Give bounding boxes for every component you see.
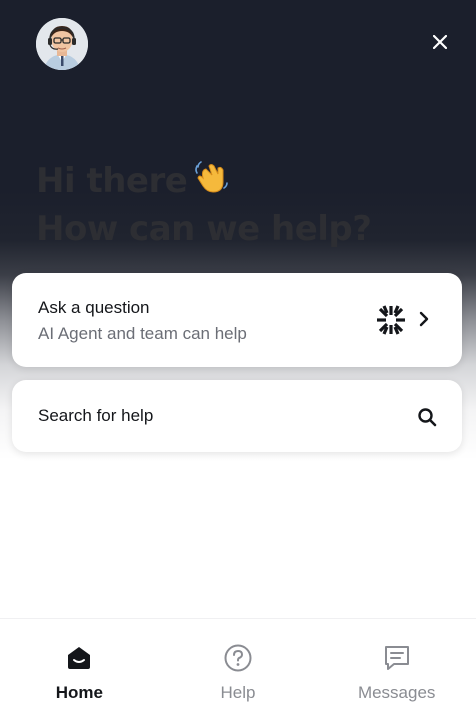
- nav-item-messages[interactable]: Messages: [317, 619, 476, 710]
- nav-label-help: Help: [220, 683, 256, 702]
- search-help-card[interactable]: Search for help: [12, 380, 462, 452]
- close-button[interactable]: [424, 26, 456, 58]
- ask-question-subtitle: AI Agent and team can help: [38, 324, 247, 343]
- ask-question-title: Ask a question: [38, 298, 150, 317]
- support-agent-avatar: [36, 18, 88, 70]
- greeting-heading: Hi there How can we help?: [36, 158, 436, 252]
- greeting-line-2: How can we help?: [36, 209, 372, 249]
- chevron-right-icon: [419, 311, 429, 327]
- nav-item-help[interactable]: Help: [159, 619, 318, 710]
- waving-hand-icon: [193, 158, 229, 206]
- greeting-line-1: Hi there: [36, 158, 436, 206]
- home-icon: [65, 643, 93, 673]
- ai-agent-logo-icon: [377, 305, 405, 335]
- search-icon: [418, 408, 437, 427]
- ask-question-card[interactable]: Ask a question AI Agent and team can hel…: [12, 273, 462, 367]
- messages-icon: [382, 643, 412, 673]
- bottom-navigation: Home Help Messages: [0, 618, 476, 710]
- nav-item-home[interactable]: Home: [0, 619, 159, 710]
- nav-label-home: Home: [55, 683, 103, 702]
- search-help-label: Search for help: [38, 406, 154, 425]
- close-icon: [433, 35, 447, 49]
- nav-label-messages: Messages: [357, 683, 436, 702]
- greeting-text-1: Hi there: [36, 161, 188, 201]
- help-icon: [223, 643, 253, 673]
